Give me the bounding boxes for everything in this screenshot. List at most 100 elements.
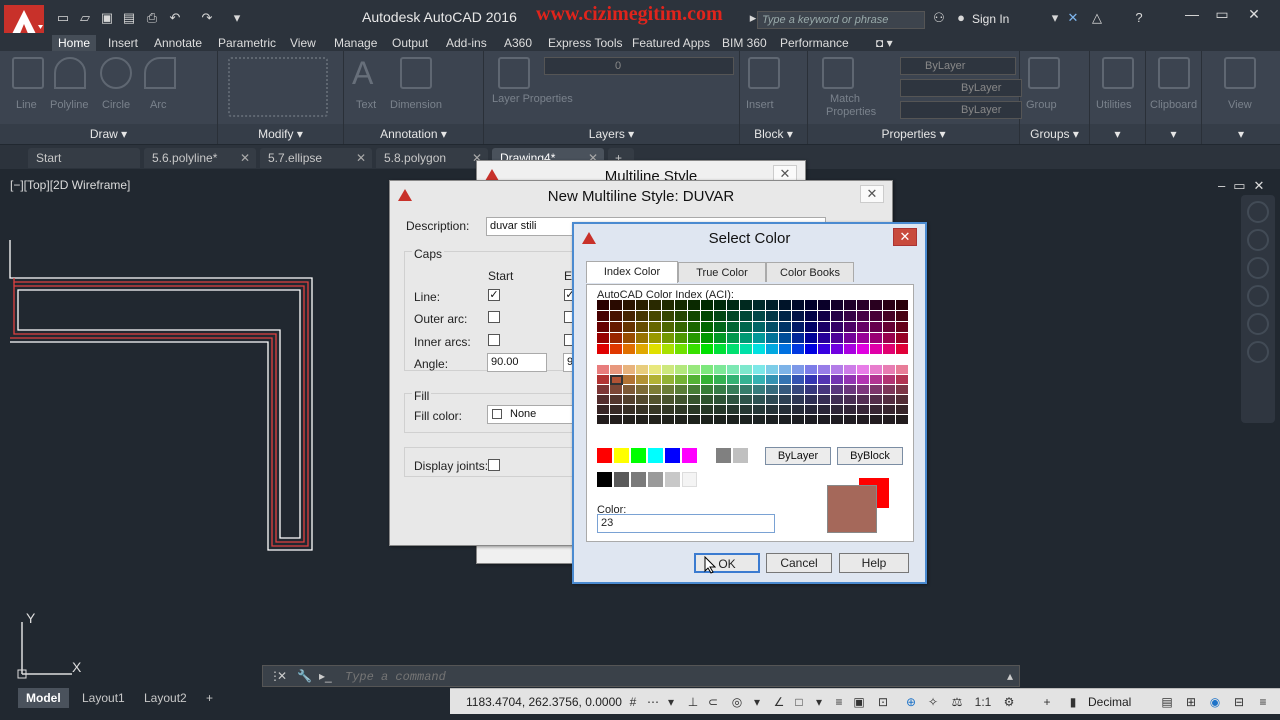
aci-color-cell[interactable]: [675, 415, 688, 425]
doc-tab-start[interactable]: Start: [28, 148, 140, 168]
aci-color-cell[interactable]: [792, 344, 805, 355]
tab-performance[interactable]: Performance: [774, 35, 855, 51]
aci-color-cell[interactable]: [766, 405, 779, 415]
aci-color-cell[interactable]: [636, 405, 649, 415]
aci-color-cell[interactable]: [662, 375, 675, 385]
color-swatch-cyan[interactable]: [648, 448, 663, 463]
aci-color-cell[interactable]: [896, 333, 909, 344]
cancel-button[interactable]: Cancel: [766, 553, 832, 573]
aci-color-cell[interactable]: [610, 365, 623, 375]
aci-palette-lower[interactable]: [597, 365, 909, 425]
hardware-acceleration-icon[interactable]: ◉: [1208, 695, 1222, 709]
aci-color-cell[interactable]: [623, 395, 636, 405]
save-as-icon[interactable]: ▤: [120, 10, 138, 26]
aci-color-cell[interactable]: [610, 385, 623, 395]
aci-color-cell[interactable]: [714, 365, 727, 375]
dropdown-icon[interactable]: ▾: [750, 695, 764, 709]
showmotion-icon[interactable]: [1247, 341, 1269, 363]
aci-color-cell[interactable]: [727, 415, 740, 425]
aci-color-cell[interactable]: [714, 300, 727, 311]
tab-insert[interactable]: Insert: [102, 35, 144, 51]
aci-color-cell[interactable]: [792, 322, 805, 333]
aci-color-cell[interactable]: [623, 415, 636, 425]
aci-color-cell[interactable]: [649, 385, 662, 395]
aci-color-cell[interactable]: [649, 322, 662, 333]
open-folder-icon[interactable]: ▱: [76, 10, 94, 26]
aci-color-cell[interactable]: [662, 333, 675, 344]
aci-color-cell[interactable]: [896, 385, 909, 395]
tab-parametric[interactable]: Parametric: [212, 35, 282, 51]
aci-color-cell[interactable]: [740, 344, 753, 355]
add-layout-icon[interactable]: +: [198, 688, 221, 708]
wrench-icon[interactable]: 🔧: [297, 669, 312, 683]
viewport-controls-label[interactable]: [−][Top][2D Wireframe]: [10, 178, 130, 192]
group-icon[interactable]: [1028, 57, 1060, 89]
tab-annotate[interactable]: Annotate: [148, 35, 208, 51]
aci-color-cell[interactable]: [675, 375, 688, 385]
aci-color-cell[interactable]: [831, 385, 844, 395]
aci-color-cell[interactable]: [779, 300, 792, 311]
aci-color-cell[interactable]: [753, 415, 766, 425]
aci-color-cell[interactable]: [675, 344, 688, 355]
close-icon[interactable]: ✕: [356, 148, 366, 168]
aci-color-cell[interactable]: [597, 385, 610, 395]
aci-color-cell[interactable]: [727, 322, 740, 333]
doc-tab-polygon[interactable]: 5.8.polygon ✕: [376, 148, 488, 168]
aci-color-cell[interactable]: [636, 375, 649, 385]
match-properties-icon[interactable]: [822, 57, 854, 89]
aci-color-cell[interactable]: [844, 300, 857, 311]
aci-color-cell[interactable]: [636, 365, 649, 375]
annotation-scale-icon[interactable]: ⚖: [950, 695, 964, 709]
tab-layout1[interactable]: Layout1: [74, 688, 133, 708]
sign-in-link[interactable]: Sign In: [972, 12, 1009, 26]
polyline-tool-label[interactable]: Polyline: [50, 99, 89, 111]
aci-color-cell[interactable]: [792, 395, 805, 405]
aci-color-cell[interactable]: [883, 344, 896, 355]
aci-color-cell[interactable]: [779, 415, 792, 425]
aci-color-cell[interactable]: [688, 300, 701, 311]
command-input[interactable]: [345, 668, 1005, 685]
maximize-icon[interactable]: ▭: [1208, 5, 1236, 23]
aci-color-cell[interactable]: [818, 395, 831, 405]
insert-block-label[interactable]: Insert: [746, 99, 774, 111]
object-snap-icon[interactable]: □: [792, 695, 806, 709]
aci-color-cell[interactable]: [727, 395, 740, 405]
aci-color-cell[interactable]: [753, 365, 766, 375]
save-icon[interactable]: ▣: [98, 10, 116, 26]
aci-color-cell[interactable]: [727, 375, 740, 385]
aci-color-cell[interactable]: [792, 333, 805, 344]
aci-color-cell[interactable]: [896, 415, 909, 425]
gray-swatch-250[interactable]: [597, 472, 612, 487]
aci-color-cell[interactable]: [701, 322, 714, 333]
user-icon[interactable]: ●: [952, 10, 970, 26]
tab-a360[interactable]: A360: [498, 35, 538, 51]
aci-color-cell[interactable]: [714, 385, 727, 395]
aci-color-cell[interactable]: [805, 375, 818, 385]
aci-color-cell[interactable]: [831, 322, 844, 333]
color-swatch-gray9[interactable]: [733, 448, 748, 463]
layer-properties-icon[interactable]: [498, 57, 530, 89]
aci-color-cell[interactable]: [766, 333, 779, 344]
aci-color-cell[interactable]: [870, 375, 883, 385]
aci-color-cell[interactable]: [675, 365, 688, 375]
tab-index-color[interactable]: Index Color: [586, 261, 678, 283]
aci-color-cell[interactable]: [883, 415, 896, 425]
aci-color-cell[interactable]: [740, 300, 753, 311]
close-icon[interactable]: ✕: [893, 228, 917, 246]
aci-color-cell[interactable]: [701, 311, 714, 322]
aci-color-cell[interactable]: [610, 344, 623, 355]
aci-color-cell[interactable]: [857, 300, 870, 311]
aci-color-cell[interactable]: [740, 333, 753, 344]
aci-color-cell[interactable]: [610, 300, 623, 311]
aci-color-cell[interactable]: [766, 385, 779, 395]
aci-color-cell[interactable]: [714, 415, 727, 425]
outer-arcs-start-checkbox[interactable]: [488, 311, 500, 323]
aci-color-cell[interactable]: [857, 344, 870, 355]
gray-swatch-255[interactable]: [682, 472, 697, 487]
aci-color-cell[interactable]: [649, 415, 662, 425]
aci-color-cell[interactable]: [883, 375, 896, 385]
tab-model[interactable]: Model: [18, 688, 69, 708]
aci-color-cell[interactable]: [857, 385, 870, 395]
aci-color-cell[interactable]: [675, 322, 688, 333]
close-icon[interactable]: ✕: [277, 669, 287, 683]
